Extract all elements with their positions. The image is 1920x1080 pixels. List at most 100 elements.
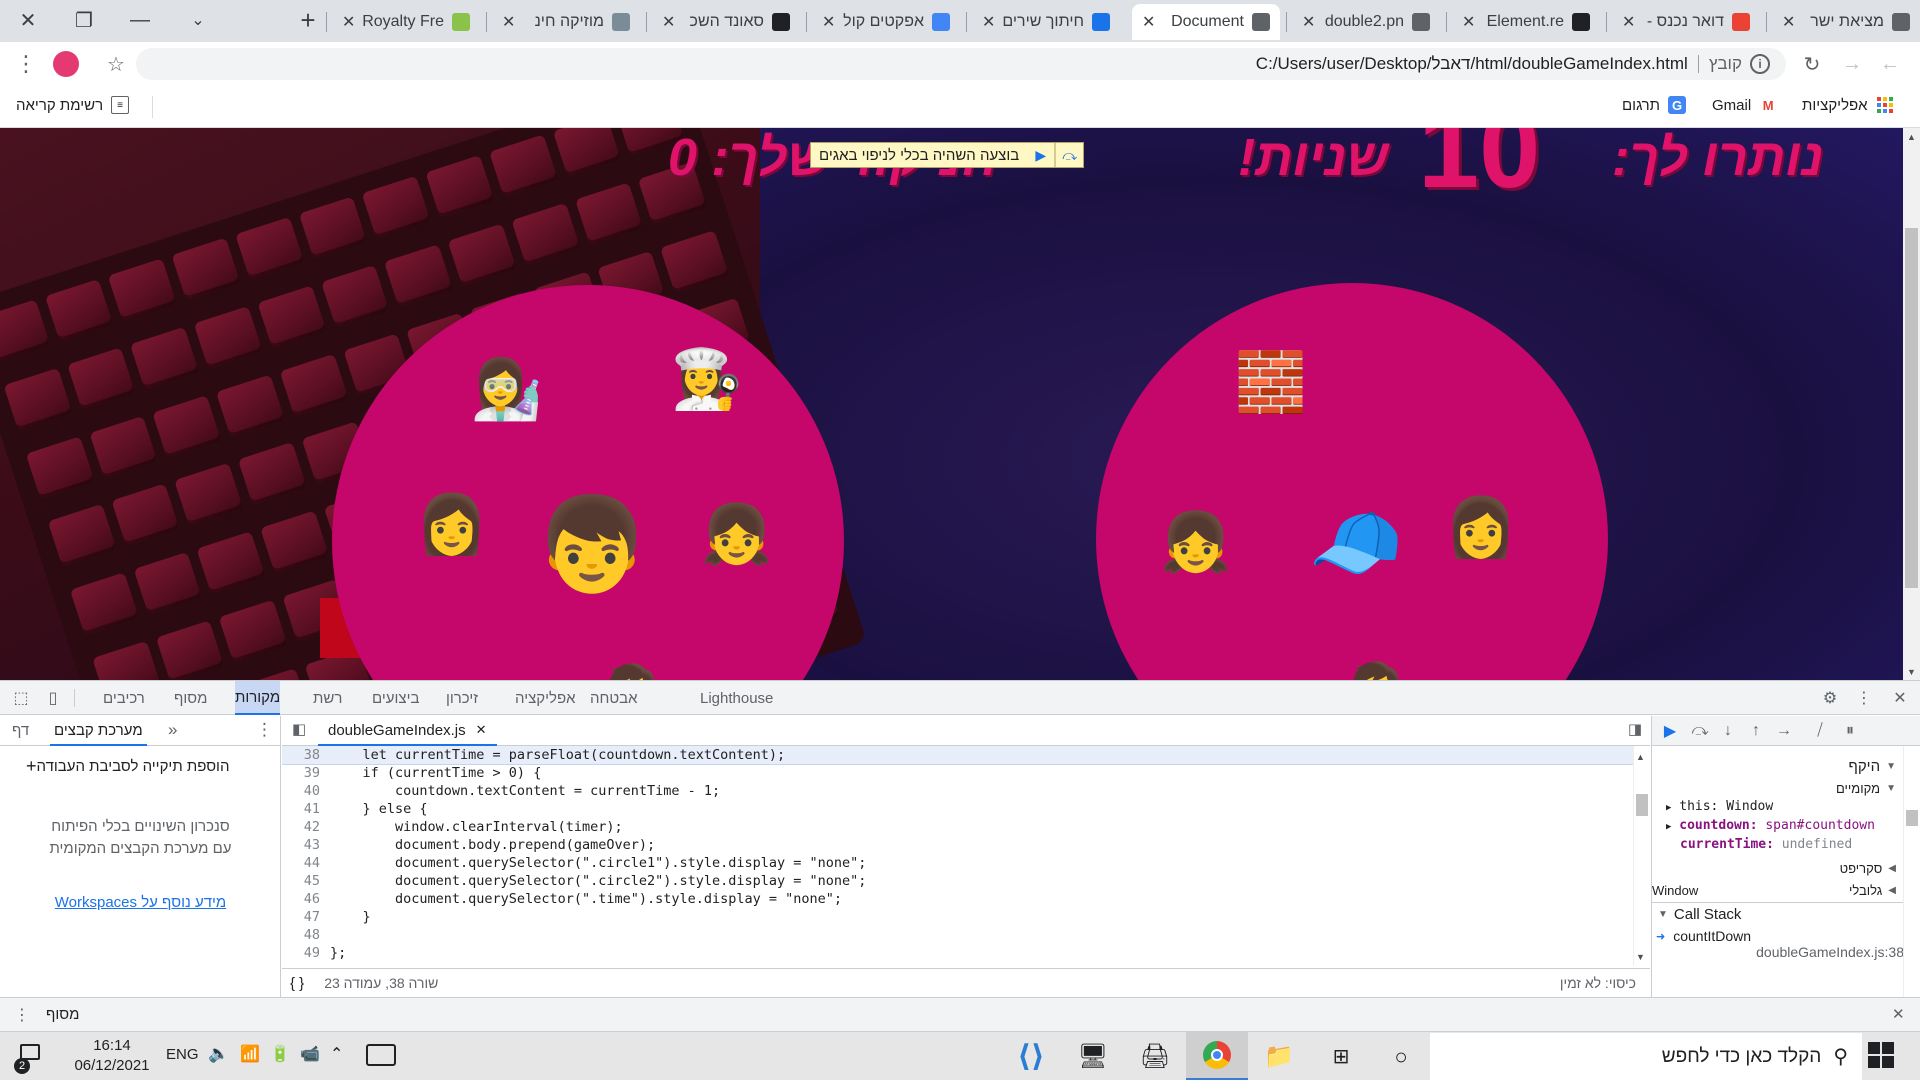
step-over-icon[interactable]: ⤼ [1055,143,1083,167]
baker-kid-icon[interactable]: 👩‍🍳 [662,335,752,425]
line-number[interactable]: 49 [282,944,330,962]
add-folder-button[interactable]: הוספת תיקייה לסביבת העבודה + [20,756,229,777]
scrollbar-thumb[interactable] [1905,228,1918,588]
local-scope-header[interactable]: ▼ מקומיים [1652,776,1904,800]
tab-7[interactable]: סאונד השכ ✕ [652,4,800,40]
meet-now-icon[interactable]: 📹 [300,1044,320,1064]
call-frame[interactable]: ➜ countItDown doubleGameIndex.js:38 [1656,928,1904,960]
line-number[interactable]: 46 [282,890,330,908]
close-tab-icon[interactable]: ✕ [1622,12,1635,32]
tab-0[interactable]: מציאת ישר ✕ [1772,4,1920,40]
more-options-icon[interactable]: ⋮ [1852,686,1876,710]
menu-kebab-icon[interactable]: ⋮ [12,50,40,78]
pause-on-exceptions-icon[interactable]: ⏸ [1838,719,1862,743]
volume-icon[interactable]: 🔈 [208,1044,229,1064]
line-number[interactable]: 38 [282,746,330,764]
tab-9[interactable]: Royalty Fre ✕ [332,4,480,40]
close-tab-icon[interactable]: ✕ [1302,12,1315,32]
more-tabs-icon[interactable]: » [168,720,177,740]
debugger-scrollbar[interactable] [1903,746,1920,997]
tab-filesystem[interactable]: מערכת קבצים [50,716,147,746]
file-explorer-app-icon[interactable]: 📁 [1248,1032,1310,1080]
inspect-element-icon[interactable]: ⬚ [9,686,33,710]
scroll-up-icon[interactable]: ▲ [1903,128,1920,145]
step-over-icon[interactable]: ⤼ [1688,719,1712,743]
close-file-icon[interactable]: ✕ [476,722,487,738]
notifications-icon[interactable]: 2 [14,1040,48,1074]
code-line[interactable]: 46 document.querySelector(".time").style… [282,890,1650,908]
battery-icon[interactable]: 🔋 [270,1044,290,1064]
code-line[interactable]: 43 document.body.prepend(gameOver); [282,836,1650,854]
close-tab-icon[interactable]: ✕ [502,12,515,32]
page-scrollbar[interactable]: ▲ ▼ [1903,128,1920,680]
script-scope-header[interactable]: ◀ סקריפט [1652,856,1904,880]
step-icon[interactable]: → [1772,719,1796,743]
windows-start-icon[interactable] [1868,1042,1898,1072]
partial-kid-icon[interactable]: 🧒 [602,655,662,681]
code-line[interactable]: 38 let currentTime = parseFloat(countdow… [282,746,1650,765]
scroll-up-icon[interactable]: ▲ [1636,752,1645,762]
devtools-tab[interactable]: ביצועים [372,681,419,715]
tab-6[interactable]: אפקטים קוליים ✕ [812,4,960,40]
scrollbar-thumb[interactable] [1906,810,1918,826]
close-tab-icon[interactable]: ✕ [822,12,835,32]
close-tab-icon[interactable]: ✕ [1462,12,1475,32]
scroll-down-icon[interactable]: ▼ [1636,952,1645,962]
devtools-tab[interactable]: Lighthouse [700,681,773,715]
partial-kid-icon[interactable]: 🧒 [1346,658,1406,681]
tab-4[interactable]: Document ✕ [1132,4,1280,40]
settings-gear-icon[interactable]: ⚙ [1818,686,1842,710]
cap-boy-icon[interactable]: 🧢 [1296,483,1416,603]
close-tab-icon[interactable]: ✕ [982,12,995,32]
cortana-circle-icon[interactable]: ○ [1370,1032,1432,1080]
tab-1[interactable]: דואר נכנס - ✕ [1612,4,1760,40]
close-tab-icon[interactable]: ✕ [662,12,675,32]
control-panel-app-icon[interactable]: 🖥 [1062,1032,1124,1080]
line-number[interactable]: 42 [282,818,330,836]
back-arrow-icon[interactable]: ← [1876,50,1904,78]
scope-currenttime[interactable]: currentTime: undefined [1680,836,1920,854]
page-viewport[interactable]: נותרו לך: 10 שניות! הניקוד שלך: 0 ⤼ ▶ בו… [0,128,1903,680]
close-devtools-icon[interactable]: ✕ [1888,686,1912,710]
printer-app-icon[interactable]: 🖨 [1124,1032,1186,1080]
bookmark-translate[interactable]: G תרגום [1622,96,1687,114]
step-out-icon[interactable]: ↑ [1744,719,1768,743]
scope-this[interactable]: ▶ this: Window [1666,798,1918,816]
code-line[interactable]: 39 if (currentTime > 0) { [282,764,1650,782]
editor-scrollbar[interactable]: ▲ ▼ [1633,746,1650,966]
tab-5[interactable]: חיתוך שירים ✕ [972,4,1120,40]
smiling-boy-icon[interactable]: 👦 [522,475,662,615]
sitting-girl-icon[interactable]: 👧 [1146,493,1246,593]
address-bar[interactable]: i קובץ C:/Users/user/Desktop/דאבל/html/d… [136,48,1786,80]
reading-list[interactable]: ≡ רשימת קריאה [16,96,130,114]
code-line[interactable]: 49}; [282,944,1650,962]
code-line[interactable]: 47 } [282,908,1650,926]
navigator-menu-icon[interactable]: ⋮ [256,720,273,740]
bricks-man-icon[interactable]: 🧱 [1216,333,1326,433]
scope-countdown[interactable]: ▶ countdown: span#countdown [1666,817,1918,835]
devtools-tab[interactable]: רשת [313,681,342,715]
vscode-app-icon[interactable]: ⟨⟩ [1000,1032,1062,1080]
close-drawer-icon[interactable]: ✕ [1892,1005,1905,1023]
devtools-tab[interactable]: אפליקציה [515,681,576,715]
new-tab-button[interactable]: + [280,0,336,40]
reload-icon[interactable]: ↻ [1798,50,1826,78]
bookmark-apps[interactable]: אפליקציות [1802,96,1894,114]
file-tab[interactable]: doubleGameIndex.js ✕ [318,716,497,746]
system-clock[interactable]: 16:14 06/12/2021 [60,1036,164,1076]
pretty-print-icon[interactable]: { } [290,975,304,992]
profile-avatar[interactable] [52,50,80,78]
close-tab-icon[interactable]: ✕ [342,12,355,32]
code-line[interactable]: 45 document.querySelector(".circle2").st… [282,872,1650,890]
tab-8[interactable]: מוזיקה חינ ✕ [492,4,640,40]
deactivate-breakpoints-icon[interactable]: ⧸ [1808,719,1832,743]
line-number[interactable]: 47 [282,908,330,926]
scroll-down-icon[interactable]: ▼ [1903,663,1920,680]
global-scope-header[interactable]: ◀ גלובלי Window [1652,878,1904,902]
girl-with-jars-icon[interactable]: 👩 [1436,483,1526,573]
code-line[interactable]: 42 window.clearInterval(timer); [282,818,1650,836]
chrome-app-icon[interactable] [1186,1032,1248,1080]
line-number[interactable]: 39 [282,764,330,782]
language-indicator[interactable]: ENG [166,1046,199,1063]
line-number[interactable]: 41 [282,800,330,818]
